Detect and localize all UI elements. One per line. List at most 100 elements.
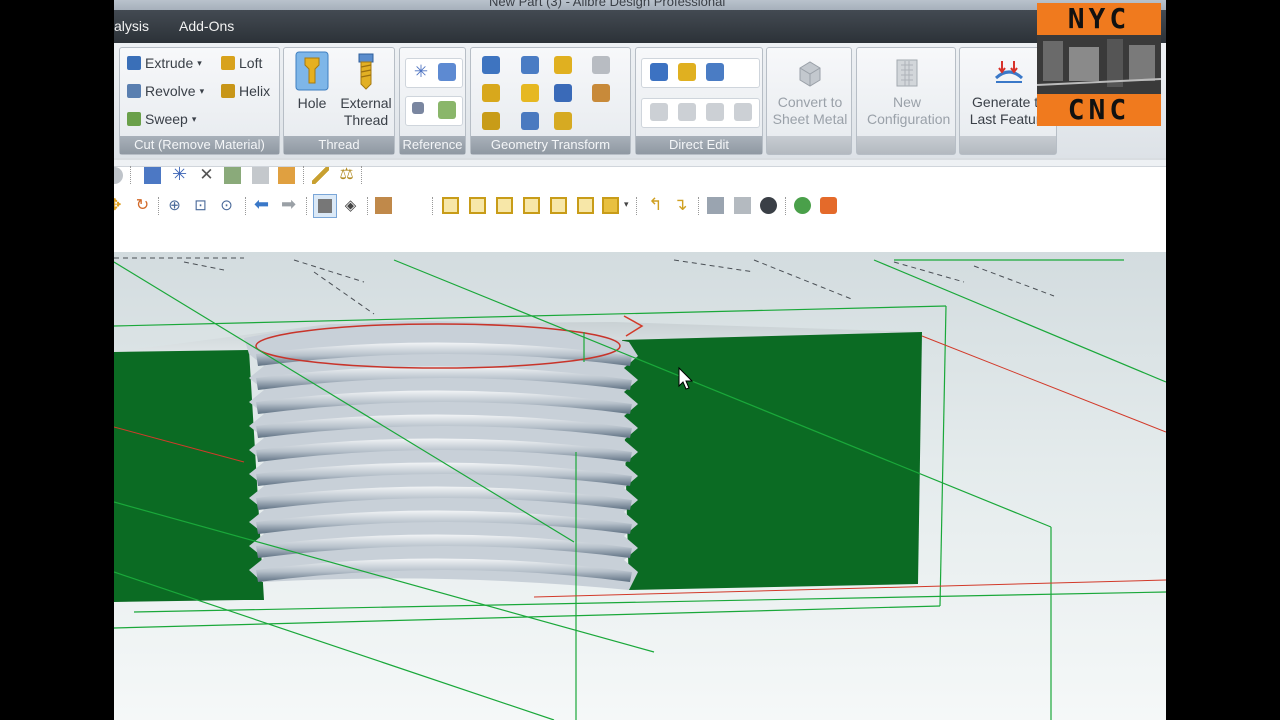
toolbar-handle-icon[interactable] bbox=[114, 167, 123, 184]
view-left-icon[interactable] bbox=[496, 197, 513, 214]
zoom-fit-icon[interactable]: ⊙ bbox=[218, 197, 235, 214]
move-icon[interactable] bbox=[554, 84, 572, 102]
window-title: New Part (3) - Alibre Design Professiona… bbox=[489, 0, 726, 9]
configuration-group-footer bbox=[857, 136, 955, 154]
previous-view-icon[interactable]: ⬅ bbox=[253, 195, 270, 213]
explode-icon[interactable] bbox=[734, 197, 751, 214]
revolve-button[interactable]: Revolve ▾ bbox=[127, 83, 204, 99]
fillet-icon[interactable] bbox=[592, 56, 610, 74]
extrude-button[interactable]: Extrude ▾ bbox=[127, 55, 202, 71]
model-canvas[interactable] bbox=[114, 252, 1166, 720]
rotate-icon[interactable]: ↻ bbox=[134, 197, 151, 214]
normal-to-icon[interactable]: ↰ bbox=[647, 196, 664, 213]
external-thread-icon bbox=[358, 53, 374, 90]
helix-label: Helix bbox=[239, 83, 271, 99]
tilt-face-icon[interactable] bbox=[706, 103, 724, 121]
toolbar-separator bbox=[432, 197, 434, 215]
move-face-icon[interactable] bbox=[650, 63, 668, 81]
material-icon[interactable] bbox=[375, 197, 392, 214]
thread-group-label: Thread bbox=[284, 136, 394, 154]
3d-viewport[interactable] bbox=[114, 252, 1166, 720]
pattern-icon[interactable] bbox=[482, 84, 500, 102]
new-configuration-button[interactable]: New Configuration bbox=[857, 56, 957, 128]
point-icon[interactable]: ✳ bbox=[171, 165, 188, 183]
plane-icon[interactable] bbox=[144, 167, 161, 184]
generate-icon bbox=[994, 61, 1024, 83]
helix-button[interactable]: Helix bbox=[221, 83, 270, 99]
geometry-transform-label: Geometry Transform bbox=[471, 136, 630, 154]
reference-group: ✳ Reference bbox=[399, 47, 466, 155]
axis-icon[interactable]: ✕ bbox=[198, 166, 215, 183]
zoom-icon[interactable]: ⊕ bbox=[166, 197, 183, 214]
balance-icon[interactable]: ⚖ bbox=[338, 166, 355, 183]
menu-analysis[interactable]: alysis bbox=[114, 18, 149, 34]
sweep-button[interactable]: Sweep ▾ bbox=[127, 111, 196, 127]
measure-icon[interactable] bbox=[312, 167, 329, 184]
linear-pattern-icon[interactable] bbox=[482, 112, 500, 130]
app-window: New Part (3) - Alibre Design Professiona… bbox=[114, 0, 1166, 720]
hole-button[interactable]: Hole bbox=[287, 51, 337, 112]
sketch-icon[interactable] bbox=[224, 167, 241, 184]
next-view-icon[interactable]: ➡ bbox=[280, 195, 297, 213]
simplify-icon[interactable] bbox=[734, 103, 752, 121]
shell-icon[interactable] bbox=[554, 56, 572, 74]
reference-axis-icon[interactable] bbox=[412, 102, 424, 114]
fill-pattern-icon[interactable] bbox=[554, 112, 572, 130]
configuration-icon bbox=[896, 59, 918, 87]
thread-group: Hole External Thread Thread bbox=[283, 47, 395, 155]
sweep-label: Sweep bbox=[145, 111, 188, 127]
view-bottom-icon[interactable] bbox=[577, 197, 594, 214]
hole-icon bbox=[295, 51, 329, 91]
mirror-icon[interactable] bbox=[482, 56, 500, 74]
external-thread-label: External Thread bbox=[340, 95, 392, 128]
view-top-icon[interactable] bbox=[550, 197, 567, 214]
toolbar-separator bbox=[698, 197, 700, 215]
reference-plane-icon[interactable] bbox=[438, 63, 456, 81]
convert-to-sheet-metal-button[interactable]: Convert to Sheet Metal bbox=[767, 56, 853, 128]
ribbon: Extrude ▾ Revolve ▾ Sweep ▾ Loft Helix Cut … bbox=[114, 43, 1166, 158]
view-right-icon[interactable] bbox=[523, 197, 540, 214]
toolbar-separator bbox=[303, 166, 305, 184]
offset-face-icon[interactable] bbox=[678, 63, 696, 81]
delete-face-icon[interactable] bbox=[650, 103, 668, 121]
external-thread-button[interactable]: External Thread bbox=[338, 51, 394, 129]
layers-icon[interactable]: ◈ bbox=[342, 197, 359, 214]
configuration-label: New Configuration bbox=[867, 94, 951, 127]
logo-photo bbox=[1037, 35, 1161, 94]
cut-group-label: Cut (Remove Material) bbox=[120, 136, 279, 154]
toolbar-separator bbox=[158, 197, 160, 215]
circular-pattern-icon[interactable] bbox=[521, 112, 539, 130]
replace-face-icon[interactable] bbox=[706, 63, 724, 81]
zoom-window-icon[interactable]: ⊡ bbox=[192, 197, 209, 214]
hand-icon[interactable] bbox=[278, 167, 295, 184]
section-view-icon[interactable] bbox=[707, 197, 724, 214]
menu-add-ons[interactable]: Add-Ons bbox=[179, 18, 234, 34]
camera-icon[interactable] bbox=[760, 197, 777, 214]
view-dropdown-icon[interactable]: ▾ bbox=[624, 199, 629, 210]
split-icon[interactable] bbox=[592, 84, 610, 102]
view-front-icon[interactable] bbox=[442, 197, 459, 214]
loft-button[interactable]: Loft bbox=[221, 55, 262, 71]
reference-row-2 bbox=[405, 96, 463, 126]
pan-icon[interactable]: ✥ bbox=[114, 197, 125, 214]
shaded-view-button[interactable] bbox=[313, 194, 337, 218]
logo-bottom-text: CNC bbox=[1037, 94, 1161, 126]
loft-icon bbox=[221, 56, 235, 70]
refresh-icon[interactable] bbox=[794, 197, 811, 214]
draft-icon[interactable] bbox=[521, 84, 539, 102]
analysis-icon[interactable] bbox=[820, 197, 837, 214]
view-back-icon[interactable] bbox=[469, 197, 486, 214]
rotate-view-icon[interactable]: ↴ bbox=[672, 196, 689, 213]
rotate-face-icon[interactable] bbox=[678, 103, 696, 121]
design-explorer-icon[interactable] bbox=[252, 167, 269, 184]
generate-group-footer bbox=[960, 136, 1056, 154]
hole-label: Hole bbox=[297, 95, 327, 111]
scale-icon[interactable] bbox=[521, 56, 539, 74]
sweep-icon bbox=[127, 112, 141, 126]
menu-bar: alysis Add-Ons bbox=[114, 10, 1166, 43]
reference-point-icon[interactable]: ✳ bbox=[412, 63, 430, 81]
revolve-icon bbox=[127, 84, 141, 98]
view-isometric-icon[interactable] bbox=[602, 197, 619, 214]
reference-csys-icon[interactable] bbox=[438, 101, 456, 119]
logo-top-text: NYC bbox=[1037, 3, 1161, 35]
